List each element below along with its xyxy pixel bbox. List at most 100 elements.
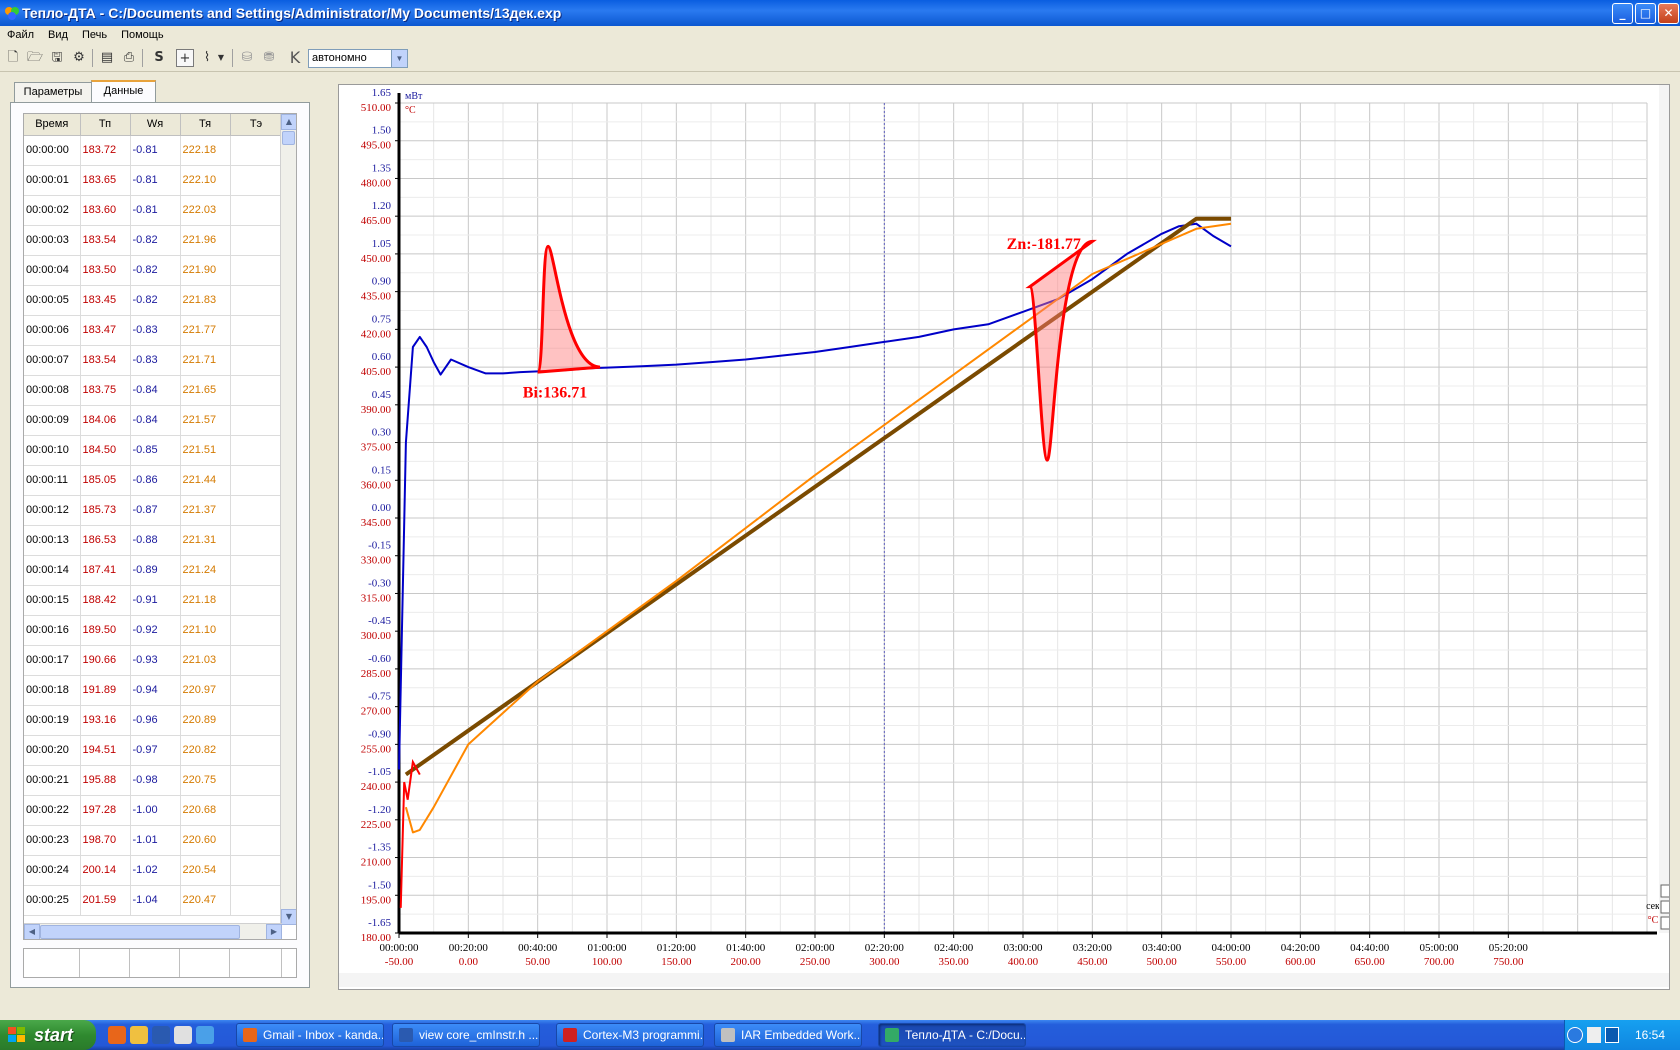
peak-annotation-1[interactable]: Zn:-181.77 [1007, 236, 1081, 253]
table-row[interactable]: 00:00:10 184.50 -0.85 221.51 [24, 435, 283, 466]
crosshair-icon[interactable]: + [176, 49, 194, 67]
table-row[interactable]: 00:00:16 189.50 -0.92 221.10 [24, 615, 283, 646]
table-row[interactable]: 00:00:09 184.06 -0.84 221.57 [24, 405, 283, 436]
open-folder-icon[interactable]: 🗁 [26, 49, 44, 67]
menu-help[interactable]: Помощь [114, 26, 171, 44]
menu-file[interactable]: Файл [0, 26, 41, 44]
graph-options-icon[interactable]: ⌇ [198, 49, 216, 67]
browser-icon[interactable] [196, 1026, 214, 1044]
table-row[interactable]: 00:00:19 193.16 -0.96 220.89 [24, 705, 283, 736]
x-time-tick-label: 01:20:00 [657, 942, 697, 954]
table-row[interactable]: 00:00:23 198.70 -1.01 220.60 [24, 825, 283, 856]
scroll-right-icon[interactable]: ▶ [266, 924, 282, 939]
chevron-down-icon[interactable]: ▼ [216, 49, 226, 67]
mode-select[interactable]: автономно ▼ [308, 49, 408, 68]
cell-time: 00:00:15 [24, 585, 81, 616]
table-row[interactable]: 00:00:07 183.54 -0.83 221.71 [24, 345, 283, 376]
dta-chart[interactable]: 1.65 510.00 1.50 495.00 1.35 480.00 1.20 465.00… [338, 84, 1670, 990]
task-dta[interactable]: Тепло-ДТА - C:/Docu... [878, 1023, 1026, 1047]
document-icon[interactable] [152, 1026, 170, 1044]
volume-icon[interactable] [1587, 1027, 1601, 1043]
y2-tick-label: 375.00 [361, 442, 392, 454]
data-grid[interactable]: Время Тп Wя Тя Тэ 00:00:00 183.72 -0.81 222… [23, 113, 297, 940]
horizontal-scrollbar[interactable]: ◀ ▶ [24, 923, 282, 939]
col-header-time[interactable]: Время [24, 114, 81, 136]
show-red-checkbox[interactable] [1660, 900, 1669, 914]
vertical-scrollbar[interactable]: ▲ ▼ [280, 114, 296, 925]
scroll-up-icon[interactable]: ▲ [281, 114, 296, 130]
print-icon[interactable]: ⎙ [120, 49, 138, 67]
furnace-start-icon[interactable]: ⛁ [238, 49, 256, 67]
col-header-tya[interactable]: Тя [180, 114, 231, 136]
horizontal-scroll-thumb[interactable] [40, 925, 240, 939]
menu-furnace[interactable]: Печь [75, 26, 114, 44]
y2-tick-label: 270.00 [361, 706, 392, 718]
peak-annotation-0[interactable]: Bi:136.71 [523, 384, 587, 401]
table-row[interactable]: 00:00:02 183.60 -0.81 222.03 [24, 195, 283, 226]
table-row[interactable]: 00:00:15 188.42 -0.91 221.18 [24, 585, 283, 616]
table-row[interactable]: 00:00:11 185.05 -0.86 221.44 [24, 465, 283, 496]
task-iar[interactable]: IAR Embedded Work... [714, 1023, 862, 1047]
table-row[interactable]: 00:00:05 183.45 -0.82 221.83 [24, 285, 283, 316]
table-row[interactable]: 00:00:25 201.59 -1.04 220.47 [24, 885, 283, 916]
report-icon[interactable]: ▤ [98, 49, 116, 67]
calibration-k-button[interactable]: K [286, 49, 304, 67]
scroll-down-icon[interactable]: ▼ [281, 909, 296, 925]
menu-view[interactable]: Вид [41, 26, 75, 44]
save-icon[interactable]: 🖫 [48, 49, 66, 67]
show-blue-checkbox[interactable] [1660, 884, 1669, 898]
table-row[interactable]: 00:00:24 200.14 -1.02 220.54 [24, 855, 283, 886]
table-row[interactable]: 00:00:14 187.41 -0.89 221.24 [24, 555, 283, 586]
start-button[interactable]: start [0, 1020, 96, 1050]
table-row[interactable]: 00:00:04 183.50 -0.82 221.90 [24, 255, 283, 286]
scale-s-button[interactable] [1660, 916, 1669, 930]
chart-horizontal-scrollbar[interactable] [339, 973, 1669, 987]
series-line-2 [404, 222, 1232, 834]
peak-area-0[interactable] [536, 244, 601, 374]
tab-parameters[interactable]: Параметры [14, 82, 92, 102]
network-icon[interactable] [1605, 1027, 1619, 1043]
chevron-down-icon[interactable]: ▼ [391, 50, 407, 67]
tab-data[interactable]: Данные [91, 80, 156, 102]
maximize-button[interactable]: □ [1635, 3, 1656, 24]
new-file-icon[interactable]: 🗋 [4, 49, 22, 67]
save-settings-icon[interactable]: ⚙ [70, 49, 88, 67]
table-row[interactable]: 00:00:12 185.73 -0.87 221.37 [24, 495, 283, 526]
close-button[interactable]: ✕ [1658, 3, 1679, 24]
cell-te [230, 315, 283, 346]
col-header-te[interactable]: Тэ [230, 114, 283, 136]
col-header-tp[interactable]: Тп [80, 114, 131, 136]
col-header-wya[interactable]: Wя [130, 114, 181, 136]
peak-area-1[interactable] [1025, 239, 1097, 462]
task-gmail[interactable]: Gmail - Inbox - kanda... [236, 1023, 384, 1047]
table-row[interactable]: 00:00:17 190.66 -0.93 221.03 [24, 645, 283, 676]
chart-vertical-scrollbar[interactable] [1659, 85, 1669, 933]
scroll-left-icon[interactable]: ◀ [24, 924, 40, 939]
furnace-stop-icon[interactable]: ⛃ [260, 49, 278, 67]
table-row[interactable]: 00:00:20 194.51 -0.97 220.82 [24, 735, 283, 766]
table-row[interactable]: 00:00:13 186.53 -0.88 221.31 [24, 525, 283, 556]
table-row[interactable]: 00:00:22 197.28 -1.00 220.68 [24, 795, 283, 826]
notepad-icon[interactable] [174, 1026, 192, 1044]
tray-arrow-icon[interactable] [1567, 1027, 1583, 1043]
table-row[interactable]: 00:00:00 183.72 -0.81 222.18 [24, 135, 283, 166]
table-row[interactable]: 00:00:01 183.65 -0.81 222.10 [24, 165, 283, 196]
y1-tick-label: 1.20 [372, 200, 392, 212]
minimize-button[interactable]: _ [1612, 3, 1633, 24]
cell-tp: 194.51 [80, 735, 131, 766]
table-row[interactable]: 00:00:21 195.88 -0.98 220.75 [24, 765, 283, 796]
firefox-icon[interactable] [108, 1026, 126, 1044]
vertical-scroll-thumb[interactable] [282, 131, 295, 145]
table-row[interactable]: 00:00:08 183.75 -0.84 221.65 [24, 375, 283, 406]
table-row[interactable]: 00:00:03 183.54 -0.82 221.96 [24, 225, 283, 256]
cell-wya: -0.89 [130, 555, 181, 586]
chart-canvas[interactable]: 1.65 510.00 1.50 495.00 1.35 480.00 1.20 465.00… [339, 85, 1669, 989]
table-row[interactable]: 00:00:18 191.89 -0.94 220.97 [24, 675, 283, 706]
task-pdf[interactable]: Cortex-M3 programmi... [556, 1023, 704, 1047]
table-row[interactable]: 00:00:06 183.47 -0.83 221.77 [24, 315, 283, 346]
task-editor[interactable]: view core_cmInstr.h ... [392, 1023, 540, 1047]
area-s-button[interactable]: S [150, 49, 168, 67]
cell-tya: 221.24 [180, 555, 231, 586]
clock[interactable]: 16:54 [1635, 1028, 1665, 1042]
folder-icon[interactable] [130, 1026, 148, 1044]
